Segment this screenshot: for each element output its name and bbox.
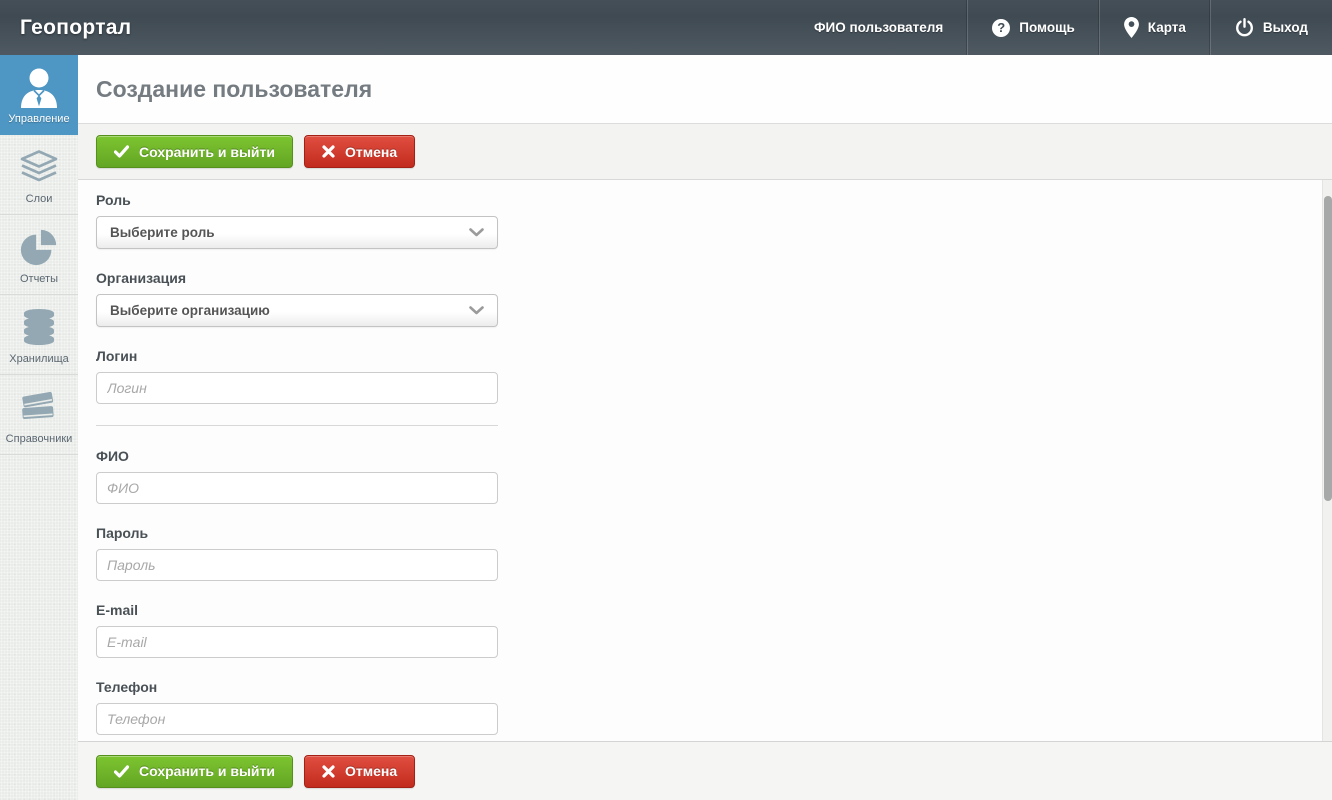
fullname-input[interactable]: [96, 472, 498, 504]
cancel-button[interactable]: Отмена: [304, 135, 415, 168]
password-input[interactable]: [96, 549, 498, 581]
form-group-phone: Телефон: [96, 679, 498, 735]
check-icon: [114, 765, 129, 778]
login-input[interactable]: [96, 372, 498, 404]
help-label: Помощь: [1019, 20, 1075, 35]
cross-icon: [322, 765, 335, 778]
user-fullname-label: ФИО пользователя: [814, 20, 943, 35]
save-and-exit-button-bottom[interactable]: Сохранить и выйти: [96, 755, 293, 788]
form-group-login: Логин: [96, 348, 498, 404]
bottom-toolbar: Сохранить и выйти Отмена: [78, 742, 1332, 800]
page-header: Создание пользователя: [78, 55, 1332, 124]
form-group-organization: Организация Выберите организацию: [96, 270, 498, 327]
page-title: Создание пользователя: [96, 76, 372, 103]
database-icon: [2, 306, 76, 348]
app-logo[interactable]: Геопортал: [0, 16, 151, 40]
topbar-menu: ФИО пользователя ? Помощь Карта: [790, 0, 1332, 55]
sidebar-item-reports[interactable]: Отчеты: [0, 215, 78, 295]
email-input[interactable]: [96, 626, 498, 658]
organization-select-value: Выберите организацию: [110, 303, 270, 318]
map-link[interactable]: Карта: [1100, 0, 1210, 55]
top-toolbar: Сохранить и выйти Отмена: [78, 124, 1332, 180]
cancel-button-bottom[interactable]: Отмена: [304, 755, 415, 788]
sidebar-item-management[interactable]: Управление: [0, 55, 78, 135]
sidebar-item-layers[interactable]: Слои: [0, 135, 78, 215]
cross-icon: [322, 145, 335, 158]
password-label: Пароль: [96, 525, 498, 541]
check-icon: [114, 145, 129, 158]
role-select[interactable]: Выберите роль: [96, 216, 498, 249]
cancel-label: Отмена: [345, 144, 397, 160]
sidebar-item-label: Управление: [8, 113, 69, 125]
phone-input[interactable]: [96, 703, 498, 735]
fullname-label: ФИО: [96, 448, 498, 464]
sidebar-item-label: Слои: [26, 193, 53, 205]
form-group-fullname: ФИО: [96, 448, 498, 504]
scrollbar-thumb[interactable]: [1324, 196, 1332, 501]
save-and-exit-label: Сохранить и выйти: [139, 763, 275, 779]
save-and-exit-button[interactable]: Сохранить и выйти: [96, 135, 293, 168]
email-label: E-mail: [96, 602, 498, 618]
power-icon: [1235, 18, 1254, 37]
sidebar-item-label: Хранилища: [9, 353, 69, 365]
map-label: Карта: [1148, 20, 1186, 35]
pie-chart-icon: [2, 226, 76, 268]
vertical-scrollbar[interactable]: [1322, 180, 1332, 741]
form-group-role: Роль Выберите роль: [96, 192, 498, 249]
sidebar-item-label: Справочники: [6, 433, 73, 445]
sidebar-item-label: Отчеты: [20, 273, 58, 285]
help-circle-icon: ?: [992, 19, 1010, 37]
sidebar-item-directories[interactable]: Справочники: [0, 375, 78, 455]
layers-icon: [2, 146, 76, 188]
role-label: Роль: [96, 192, 498, 208]
user-icon: [2, 66, 76, 108]
logout-label: Выход: [1263, 20, 1308, 35]
organization-select[interactable]: Выберите организацию: [96, 294, 498, 327]
chevron-down-icon: [469, 306, 484, 315]
phone-label: Телефон: [96, 679, 498, 695]
organization-label: Организация: [96, 270, 498, 286]
save-and-exit-label: Сохранить и выйти: [139, 144, 275, 160]
sidebar-item-storages[interactable]: Хранилища: [0, 295, 78, 375]
form-group-email: E-mail: [96, 602, 498, 658]
user-create-form: Роль Выберите роль Организация Выберите …: [78, 180, 1332, 742]
sidebar: Управление Слои Отчеты: [0, 55, 78, 800]
books-icon: [2, 386, 76, 428]
map-pin-icon: [1124, 17, 1139, 38]
main-content: Создание пользователя Сохранить и выйти …: [78, 55, 1332, 800]
user-fullname-link[interactable]: ФИО пользователя: [790, 0, 967, 55]
form-group-password: Пароль: [96, 525, 498, 581]
form-section-divider: [96, 425, 498, 426]
help-link[interactable]: ? Помощь: [968, 0, 1099, 55]
chevron-down-icon: [469, 228, 484, 237]
role-select-value: Выберите роль: [110, 225, 215, 240]
topbar: Геопортал ФИО пользователя ? Помощь Карт…: [0, 0, 1332, 55]
logout-link[interactable]: Выход: [1211, 0, 1332, 55]
cancel-label: Отмена: [345, 763, 397, 779]
login-label: Логин: [96, 348, 498, 364]
